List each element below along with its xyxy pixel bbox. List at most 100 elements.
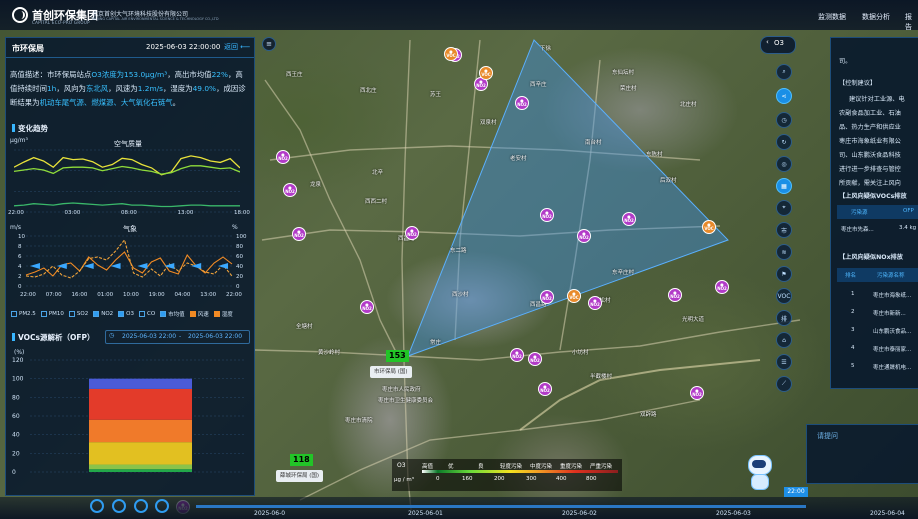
no2-station-marker[interactable]: ●NO2 [538, 382, 552, 396]
step-forward-icon[interactable] [134, 499, 148, 513]
table-row[interactable]: 枣庄市先森... 3.4 kg [837, 222, 918, 236]
table-row[interactable]: 4 枣庄市泰丽家... [837, 342, 918, 356]
menu-toggle-icon[interactable]: ≡ [262, 37, 276, 51]
refresh-icon[interactable]: ↻ [776, 134, 792, 150]
target-icon[interactable]: ◎ [776, 156, 792, 172]
layers-icon[interactable]: ▦ [776, 178, 792, 194]
legend-no2[interactable]: NO2 [93, 310, 113, 318]
list-icon[interactable]: ☰ [776, 354, 792, 370]
no2-station-marker[interactable]: ●NO2 [577, 229, 591, 243]
share-icon[interactable]: ⋖ [776, 88, 792, 104]
wind-direction-arrow [56, 263, 67, 269]
flag-icon[interactable]: ⚑ [776, 266, 792, 282]
report-text: 农副食品加工业、石油 [839, 110, 901, 117]
nav-data-analysis[interactable]: 数据分析 [862, 12, 890, 22]
legend-city-avg[interactable]: 市均值 [160, 310, 185, 318]
assistant-robot-icon[interactable] [744, 455, 774, 491]
chevron-left-icon: ‹ [766, 38, 769, 46]
table-row[interactable]: 3 山东鹏沃食品... [837, 324, 918, 338]
no2-station-marker[interactable]: ●NO2 [588, 296, 602, 310]
step-back-icon[interactable] [112, 499, 126, 513]
concentration-gradient-bar [422, 470, 618, 473]
legend-pm25[interactable]: PM2.5 [11, 310, 36, 318]
time-badge: 22:00 [784, 487, 808, 497]
wind-icon[interactable]: ≋ [776, 244, 792, 260]
y-tick-label: 60 [236, 254, 243, 260]
date-label: 2025-06-03 [716, 510, 751, 517]
logo-subtitle: CAPITAL ECO-PRO GROUP [32, 20, 90, 25]
high-value-description: 高值描述：市环保局站点O3浓度为153.0μg/m³，高出市均值22%，高值持续… [10, 70, 246, 107]
wind-direction-arrow [137, 263, 148, 269]
no2-station-marker[interactable]: ●NO2 [510, 348, 524, 362]
table-row[interactable]: 1 枣庄市海象纸... [837, 288, 918, 302]
voc-station-marker[interactable]: ● VOC [567, 289, 581, 303]
chat-input[interactable]: 请提问 [817, 431, 838, 441]
time-range-picker[interactable]: ◷ 2025-06-03 22:00 - 2025-06-03 22:00 [105, 330, 250, 344]
toolbar-voc[interactable]: VOC [776, 288, 792, 304]
no2-station-marker[interactable]: ●NO2 [668, 288, 682, 302]
place-label: 枣庄市人民政府 [382, 387, 421, 393]
series-line-1 [14, 165, 240, 175]
place-label: 后双村 [660, 178, 677, 184]
location-icon[interactable]: ⌖ [776, 200, 792, 216]
ruler-icon[interactable]: ⟋ [776, 376, 792, 392]
search-icon[interactable]: ⌕ [776, 64, 792, 80]
legend-wind-speed[interactable]: 风速 [189, 310, 209, 318]
no2-station-marker[interactable]: ●NO2 [540, 290, 554, 304]
no2-station-marker[interactable]: ●NO2 [360, 300, 374, 314]
nav-monitoring-data[interactable]: 监测数据 [818, 12, 846, 22]
stacked-bar-segment [89, 469, 192, 472]
clock-icon: ◷ [109, 332, 115, 339]
no2-station-marker[interactable]: ●NO2 [528, 352, 542, 366]
place-label: 东辛庄村 [612, 270, 635, 276]
legend-so2[interactable]: SO2 [68, 310, 88, 318]
concentration-legend: O3 μg / m³ 高值 优 良 轻度污染 中度污染 重度污染 严重污染 0 … [392, 459, 622, 491]
stacked-bar-segment [89, 419, 192, 443]
no2-station-marker[interactable]: ●NO2 [405, 226, 419, 240]
no2-station-marker[interactable]: ●NO2 [515, 96, 529, 110]
voc-station-marker[interactable]: ● VOC [444, 47, 458, 61]
legend-co[interactable]: CO [139, 310, 155, 318]
voc-table-header: 污染源 OFP [837, 205, 918, 219]
x-tick-label: 10:00 [123, 292, 139, 298]
no2-station-marker[interactable]: ●NO2 [690, 386, 704, 400]
place-label: 西西二村 [365, 199, 388, 205]
series-line-2 [14, 202, 240, 208]
no2-station-marker[interactable]: ●NO2 [622, 212, 636, 226]
no2-station-marker[interactable]: ●NO2 [283, 183, 297, 197]
station-aqi-badge[interactable]: 118 [290, 454, 313, 466]
toolbar-emission[interactable]: 排 [776, 310, 792, 326]
x-tick-label: 13:00 [200, 292, 216, 298]
legend-pm10[interactable]: PM10 [40, 310, 64, 318]
speed-icon[interactable] [155, 499, 169, 513]
play-icon[interactable] [90, 499, 104, 513]
pollutant-selector[interactable]: ‹ O3 [760, 36, 796, 54]
legend-humidity[interactable]: 湿度 [213, 310, 233, 318]
station-aqi-badge[interactable]: 153 [386, 350, 409, 362]
station-name-tag[interactable]: 薛城环保局 (国) [276, 470, 324, 482]
no2-station-marker[interactable]: ●NO2 [715, 280, 729, 294]
company-name-en: BEIJING CAPITAL AIR ENVIRONMENTAL SCIENC… [92, 17, 219, 21]
air-quality-chart [14, 149, 240, 213]
back-button[interactable]: 返回 ⟵ [224, 42, 250, 52]
date-label: 2025-06-0 [254, 510, 286, 517]
report-text: 建议针对工业源、电 [849, 96, 905, 103]
toolbar-city[interactable]: 市 [776, 222, 792, 238]
legend-o3[interactable]: O3 [118, 310, 134, 318]
nav-report[interactable]: 报告 [905, 12, 918, 32]
no2-station-marker[interactable]: ●NO2 [540, 208, 554, 222]
table-row[interactable]: 2 枣庄市新新... [837, 306, 918, 320]
map-toolbar: ⌕ ⋖ ◷ ↻ ◎ ▦ ⌖ 市 ≋ ⚑ VOC 排 ⌂ ☰ ⟋ [776, 60, 794, 400]
no2-station-marker[interactable]: ●NO2 [292, 227, 306, 241]
timeline-track[interactable] [196, 505, 806, 508]
voc-station-marker[interactable]: ● VOC [702, 220, 716, 234]
voc-station-marker[interactable]: ● VOC [479, 66, 493, 80]
x-tick-label: 08:00 [121, 210, 137, 216]
no2-station-marker[interactable]: ●NO2 [276, 150, 290, 164]
clock-icon[interactable]: ◷ [776, 112, 792, 128]
home-icon[interactable]: ⌂ [776, 332, 792, 348]
station-name-tag[interactable]: 市环保局 (国) [370, 366, 412, 378]
aq-unit: μg/m³ [10, 137, 28, 144]
place-label: 枣庄市卫生健康委员会 [378, 398, 434, 404]
table-row[interactable]: 5 枣庄通晟机电... [837, 360, 918, 374]
